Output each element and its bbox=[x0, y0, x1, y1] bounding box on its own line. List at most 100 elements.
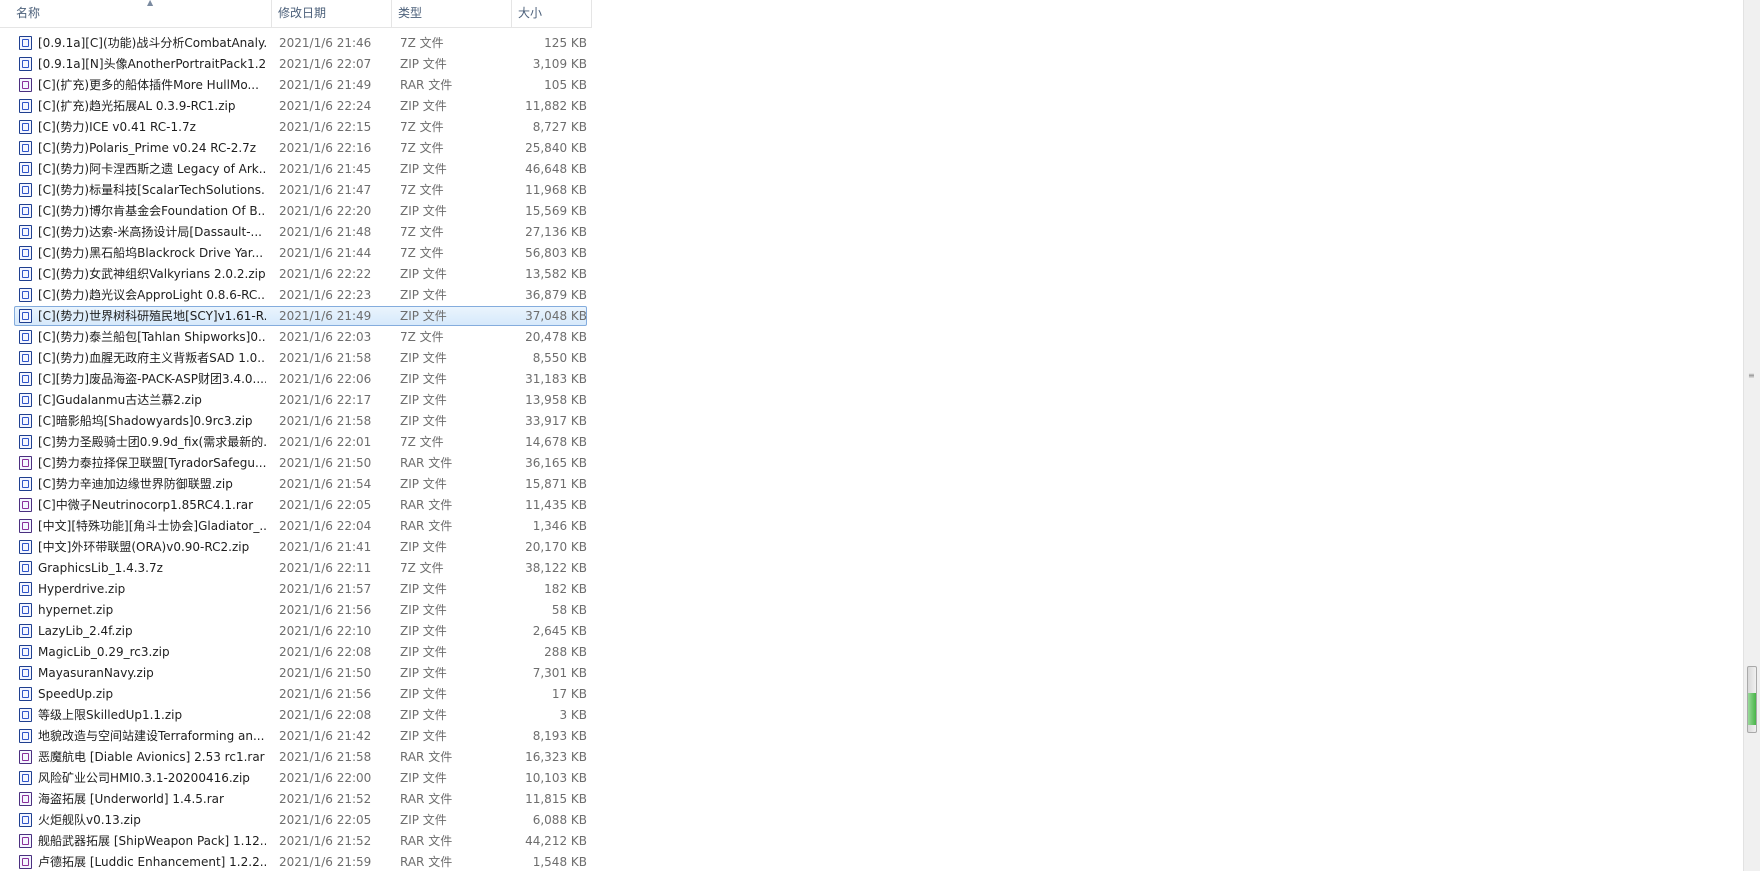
file-row[interactable]: [C](势力)标量科技[ScalarTechSolutions.... 2021/… bbox=[0, 180, 592, 201]
file-row[interactable]: [0.9.1a][N]头像AnotherPortraitPack1.2.... 2… bbox=[0, 54, 592, 75]
file-row[interactable]: [C](势力)泰兰船包[Tahlan Shipworks]0.... 2021/1… bbox=[0, 327, 592, 348]
file-name: 地貌改造与空间站建设Terraforming an... bbox=[38, 729, 265, 743]
file-modified-date: 2021/1/6 21:52 bbox=[279, 834, 372, 848]
file-modified-date: 2021/1/6 22:03 bbox=[279, 330, 372, 344]
file-name: 风险矿业公司HMI0.3.1-20200416.zip bbox=[38, 771, 250, 785]
file-modified-date: 2021/1/6 21:41 bbox=[279, 540, 372, 554]
column-header-size-label: 大小 bbox=[518, 6, 543, 20]
file-row[interactable]: LazyLib_2.4f.zip 2021/1/6 22:10 ZIP 文件 2,64… bbox=[0, 621, 592, 642]
rar-archive-icon bbox=[19, 498, 32, 512]
file-modified-date: 2021/1/6 21:58 bbox=[279, 750, 372, 764]
file-modified-date: 2021/1/6 22:24 bbox=[279, 99, 372, 113]
file-name: [C](扩充)趋光拓展AL 0.3.9-RC1.zip bbox=[38, 99, 236, 113]
file-row[interactable]: 火炬舰队v0.13.zip 2021/1/6 22:05 ZIP 文件 6,088 K… bbox=[0, 810, 592, 831]
file-size: 125 KB bbox=[544, 36, 587, 50]
file-row[interactable]: hypernet.zip 2021/1/6 21:56 ZIP 文件 58 KB bbox=[0, 600, 592, 621]
file-row[interactable]: 等级上限SkilledUp1.1.zip 2021/1/6 22:08 ZIP 文件… bbox=[0, 705, 592, 726]
file-row[interactable]: MagicLib_0.29_rc3.zip 2021/1/6 22:08 ZIP 文… bbox=[0, 642, 592, 663]
column-header-name[interactable]: 名称 ▲ bbox=[10, 0, 272, 27]
7z-archive-icon bbox=[19, 435, 32, 449]
file-name: LazyLib_2.4f.zip bbox=[38, 624, 133, 638]
file-type: ZIP 文件 bbox=[400, 162, 447, 176]
file-row[interactable]: [中文]外环带联盟(ORA)v0.90-RC2.zip 2021/1/6 21:4… bbox=[0, 537, 592, 558]
file-size: 3,109 KB bbox=[532, 57, 587, 71]
file-type: ZIP 文件 bbox=[400, 603, 447, 617]
file-row[interactable]: [0.9.1a][C](功能)战斗分析CombatAnaly... 2021/1/… bbox=[0, 33, 592, 54]
file-size: 15,871 KB bbox=[525, 477, 587, 491]
file-name: [C]暗影船坞[Shadowyards]0.9rc3.zip bbox=[38, 414, 253, 428]
file-name: [C](扩充)更多的船体插件More HullMo... bbox=[38, 78, 259, 92]
file-name: 等级上限SkilledUp1.1.zip bbox=[38, 708, 183, 722]
file-row[interactable]: [C]势力辛迪加边缘世界防御联盟.zip 2021/1/6 21:54 ZIP 文件… bbox=[0, 474, 592, 495]
file-row[interactable]: [C](势力)趋光议会ApproLight 0.8.6-RC... 2021/1/… bbox=[0, 285, 592, 306]
file-size: 182 KB bbox=[544, 582, 587, 596]
file-size: 8,727 KB bbox=[532, 120, 587, 134]
file-row[interactable]: [C](扩充)趋光拓展AL 0.3.9-RC1.zip 2021/1/6 22:2… bbox=[0, 96, 592, 117]
file-type: ZIP 文件 bbox=[400, 666, 447, 680]
file-modified-date: 2021/1/6 22:05 bbox=[279, 813, 372, 827]
file-type: RAR 文件 bbox=[400, 792, 453, 806]
column-header-type[interactable]: 类型 bbox=[392, 0, 512, 27]
file-row[interactable]: [C](势力)博尔肯基金会Foundation Of B... 2021/1/6 … bbox=[0, 201, 592, 222]
file-size: 20,170 KB bbox=[525, 540, 587, 554]
file-row[interactable]: [C]Gudalanmu古达兰慕2.zip 2021/1/6 22:17 ZIP 文… bbox=[0, 390, 592, 411]
file-name: [C]势力泰拉择保卫联盟[TyradorSafegu... bbox=[38, 456, 266, 470]
file-modified-date: 2021/1/6 22:08 bbox=[279, 645, 372, 659]
file-size: 11,968 KB bbox=[525, 183, 587, 197]
zip-archive-icon bbox=[19, 267, 32, 281]
file-row[interactable]: [C]中微子Neutrinocorp1.85RC4.1.rar 2021/1/6 … bbox=[0, 495, 592, 516]
zip-archive-icon bbox=[19, 771, 32, 785]
file-row[interactable]: MayasuranNavy.zip 2021/1/6 21:50 ZIP 文件 7,3… bbox=[0, 663, 592, 684]
file-row[interactable]: [C](扩充)更多的船体插件More HullMo... 2021/1/6 21:… bbox=[0, 75, 592, 96]
file-row[interactable]: 卢德拓展 [Luddic Enhancement] 1.2.2.... 2021/… bbox=[0, 852, 592, 873]
column-header-bar: 名称 ▲ 修改日期 类型 大小 bbox=[0, 0, 592, 28]
file-row[interactable]: 恶魔航电 [Diable Avionics] 2.53 rc1.rar 2021/… bbox=[0, 747, 592, 768]
scrollbar-thumb[interactable] bbox=[1747, 666, 1757, 733]
file-name: [C](势力)泰兰船包[Tahlan Shipworks]0.... bbox=[38, 330, 266, 344]
vertical-scrollbar[interactable] bbox=[1743, 0, 1760, 871]
file-type: RAR 文件 bbox=[400, 498, 453, 512]
zip-archive-icon bbox=[19, 99, 32, 113]
file-row[interactable]: [C]势力圣殿骑士团0.9.9d_fix(需求最新的... 2021/1/6 22… bbox=[0, 432, 592, 453]
7z-archive-icon bbox=[19, 183, 32, 197]
file-row[interactable]: 海盗拓展 [Underworld] 1.4.5.rar 2021/1/6 21:5… bbox=[0, 789, 592, 810]
file-row[interactable]: [C](势力)阿卡涅西斯之遗 Legacy of Ark... 2021/1/6 … bbox=[0, 159, 592, 180]
file-type: 7Z 文件 bbox=[400, 36, 444, 50]
file-row[interactable]: [C](势力)女武神组织Valkyrians 2.0.2.zip 2021/1/6… bbox=[0, 264, 592, 285]
file-size: 11,882 KB bbox=[525, 99, 587, 113]
file-name: Hyperdrive.zip bbox=[38, 582, 126, 596]
file-size: 11,435 KB bbox=[525, 498, 587, 512]
file-size: 15,569 KB bbox=[525, 204, 587, 218]
file-row[interactable]: [C]暗影船坞[Shadowyards]0.9rc3.zip 2021/1/6 2… bbox=[0, 411, 592, 432]
file-row[interactable]: Hyperdrive.zip 2021/1/6 21:57 ZIP 文件 182 KB bbox=[0, 579, 592, 600]
file-row[interactable]: SpeedUp.zip 2021/1/6 21:56 ZIP 文件 17 KB bbox=[0, 684, 592, 705]
file-name: MagicLib_0.29_rc3.zip bbox=[38, 645, 170, 659]
file-row[interactable]: [C](势力)达索-米高扬设计局[Dassault-... 2021/1/6 21… bbox=[0, 222, 592, 243]
file-row[interactable]: [C](势力)黑石船坞Blackrock Drive Yar... 2021/1/… bbox=[0, 243, 592, 264]
file-row[interactable]: [C][势力]废品海盗-PACK-ASP财团3.4.0.... 2021/1/6 … bbox=[0, 369, 592, 390]
file-type: ZIP 文件 bbox=[400, 687, 447, 701]
file-type: 7Z 文件 bbox=[400, 141, 444, 155]
file-row[interactable]: [C](势力)血腥无政府主义背叛者SAD 1.0.... 2021/1/6 21:… bbox=[0, 348, 592, 369]
file-modified-date: 2021/1/6 21:48 bbox=[279, 225, 372, 239]
file-type: 7Z 文件 bbox=[400, 246, 444, 260]
file-size: 105 KB bbox=[544, 78, 587, 92]
file-row[interactable]: [C](势力)世界树科研殖民地[SCY]v1.61-R... 2021/1/6 2… bbox=[0, 306, 592, 327]
column-header-size[interactable]: 大小 bbox=[512, 0, 592, 27]
rar-archive-icon bbox=[19, 750, 32, 764]
file-size: 33,917 KB bbox=[525, 414, 587, 428]
file-row[interactable]: [C]势力泰拉择保卫联盟[TyradorSafegu... 2021/1/6 21… bbox=[0, 453, 592, 474]
7z-archive-icon bbox=[19, 36, 32, 50]
zip-archive-icon bbox=[19, 708, 32, 722]
file-row[interactable]: [C](势力)Polaris_Prime v0.24 RC-2.7z 2021/1… bbox=[0, 138, 592, 159]
file-row[interactable]: GraphicsLib_1.4.3.7z 2021/1/6 22:11 7Z 文件 3… bbox=[0, 558, 592, 579]
file-modified-date: 2021/1/6 22:20 bbox=[279, 204, 372, 218]
file-row[interactable]: 舰船武器拓展 [ShipWeapon Pack] 1.12... 2021/1/6… bbox=[0, 831, 592, 852]
file-row[interactable]: 地貌改造与空间站建设Terraforming an... 2021/1/6 21:… bbox=[0, 726, 592, 747]
file-row[interactable]: 风险矿业公司HMI0.3.1-20200416.zip 2021/1/6 22:0… bbox=[0, 768, 592, 789]
file-size: 37,048 KB bbox=[525, 309, 587, 323]
file-type: ZIP 文件 bbox=[400, 708, 447, 722]
file-row[interactable]: [C](势力)ICE v0.41 RC-1.7z 2021/1/6 22:15 7Z… bbox=[0, 117, 592, 138]
file-row[interactable]: [中文][特殊功能][角斗士协会]Gladiator_... 2021/1/6 2… bbox=[0, 516, 592, 537]
column-header-date[interactable]: 修改日期 bbox=[272, 0, 392, 27]
